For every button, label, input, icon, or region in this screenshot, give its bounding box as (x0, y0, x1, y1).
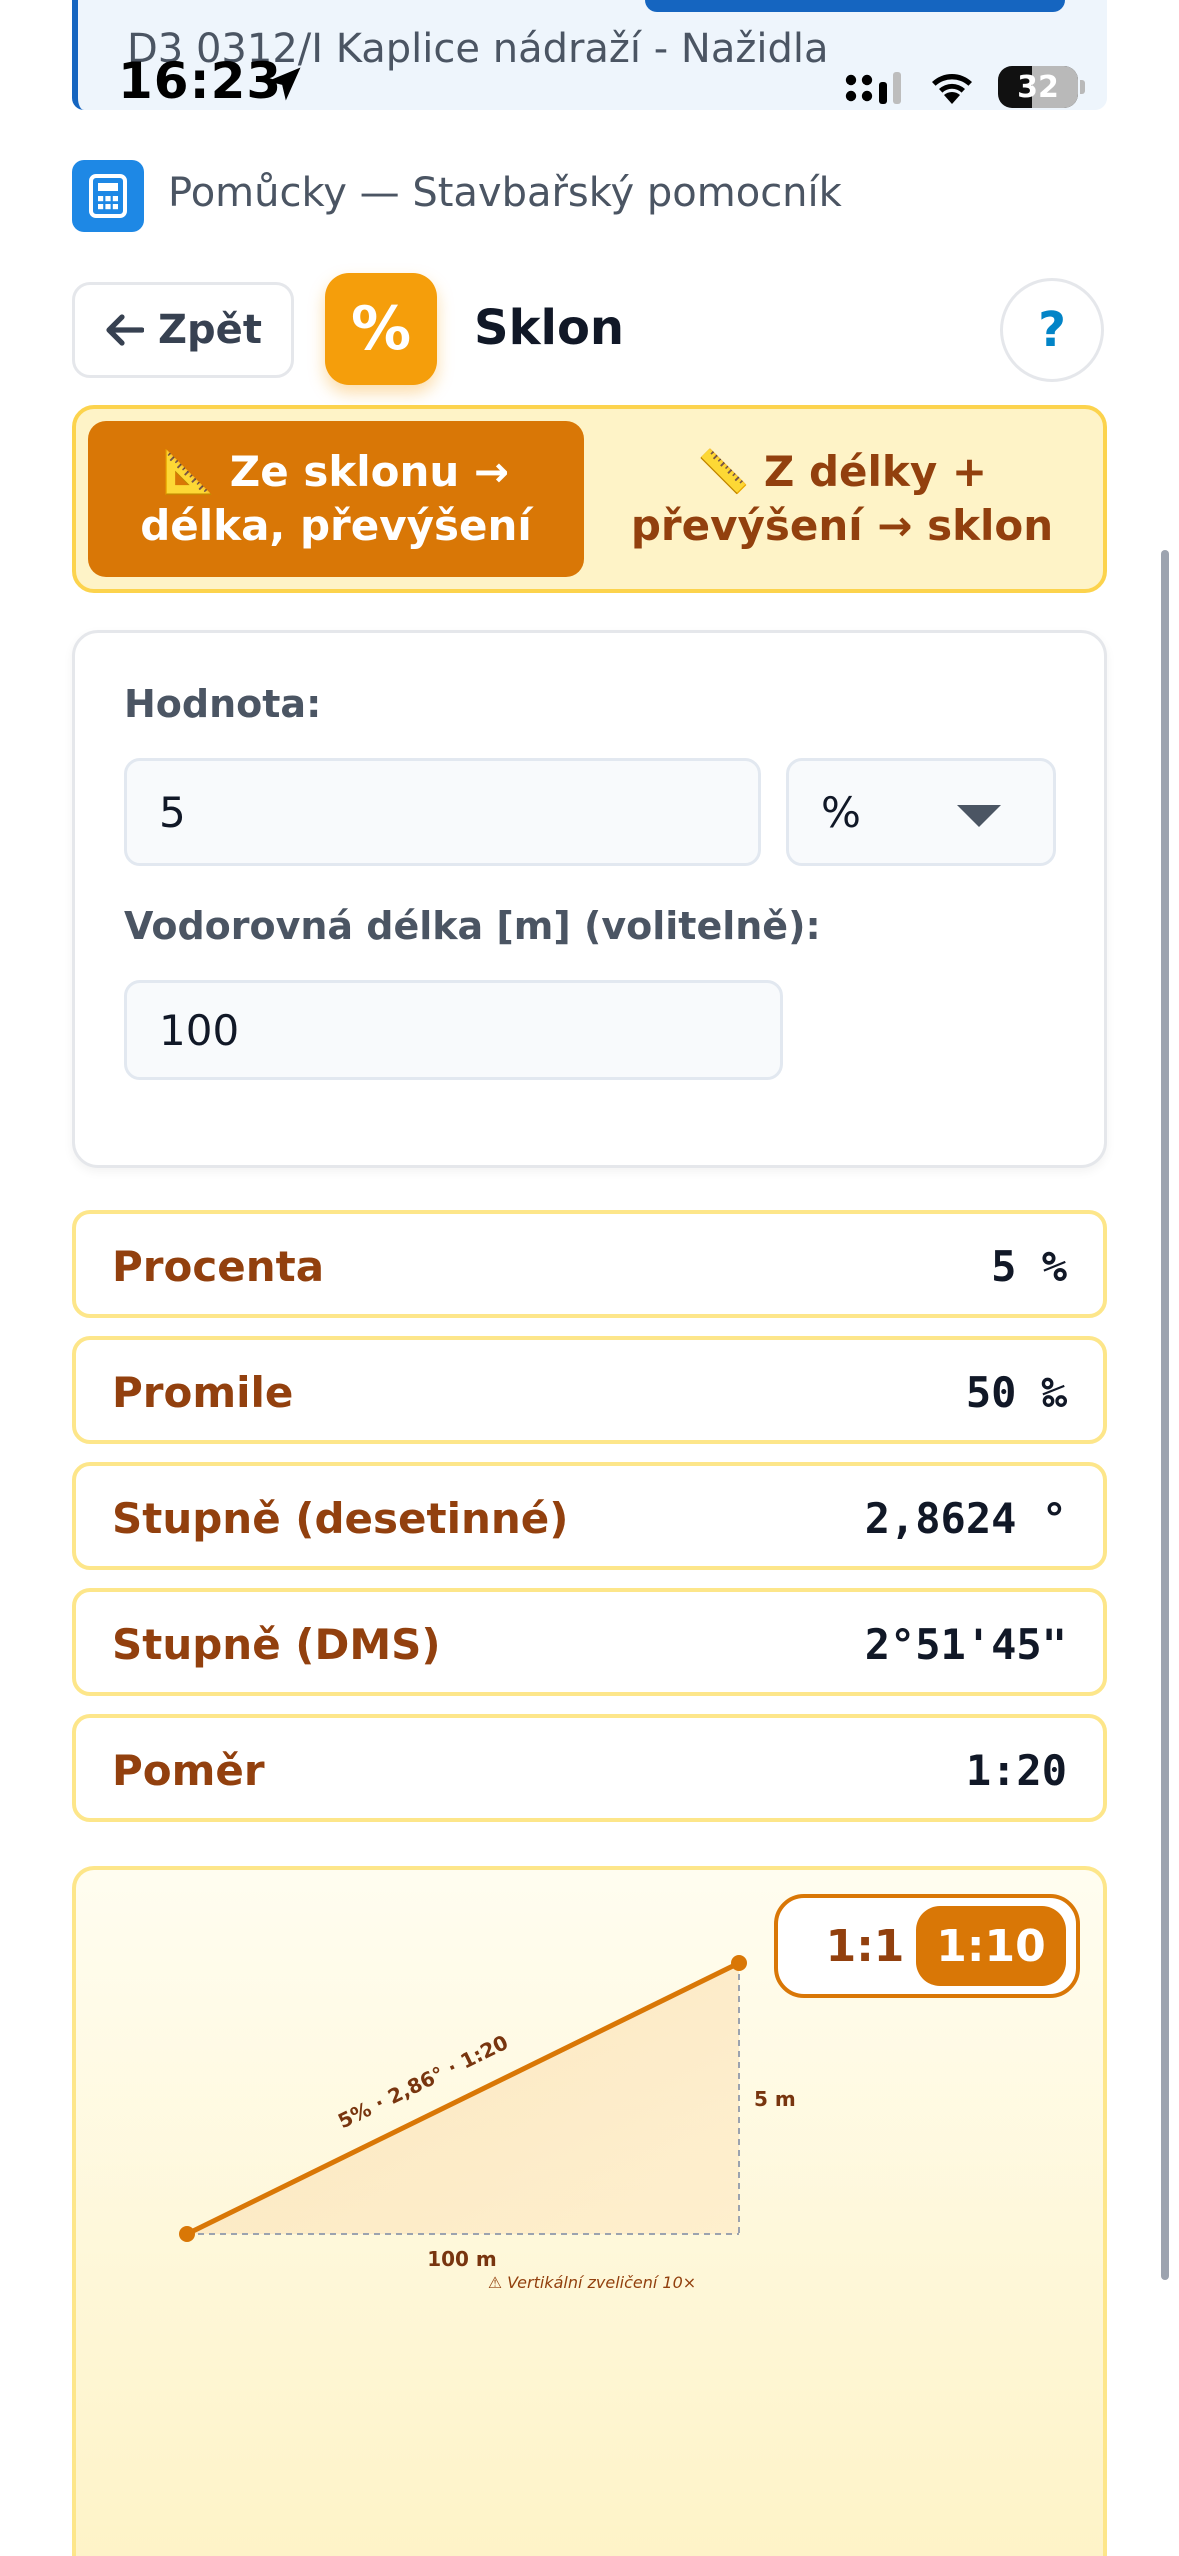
battery-tip (1080, 80, 1085, 94)
chevron-down-icon (957, 805, 1001, 827)
mode-from-length-line2: převýšení → sklon (630, 501, 1054, 550)
back-button[interactable]: Zpět (72, 282, 294, 378)
help-button[interactable]: ? (1000, 278, 1104, 382)
value-label: Hodnota: (124, 682, 322, 726)
start-point (179, 2226, 195, 2242)
result-row-degrees-decimal: Stupně (desetinné) 2,8624 ° (72, 1462, 1107, 1570)
mode-from-slope-line1: 📐 Ze sklonu → (162, 447, 510, 496)
result-label: Stupně (DMS) (112, 1620, 441, 1669)
result-value: 1:20 (965, 1746, 1067, 1795)
length-label: Vodorovná délka [m] (volitelně): (124, 904, 821, 948)
result-row-degrees-dms: Stupně (DMS) 2°51'45" (72, 1588, 1107, 1696)
arrow-left-icon (106, 314, 145, 346)
battery-level: 32 (1017, 70, 1059, 105)
result-value: 2°51'45" (864, 1620, 1067, 1669)
scrollbar[interactable] (1161, 550, 1169, 2280)
wifi-icon (932, 74, 972, 104)
page-title: Sklon (474, 300, 625, 356)
mode-from-length-line1: 📏 Z délky + (696, 447, 988, 496)
length-input[interactable]: 100 (124, 980, 783, 1080)
location-arrow-icon (267, 67, 301, 101)
result-value: 2,8624 ° (864, 1494, 1067, 1543)
unit-select[interactable]: % (786, 758, 1056, 866)
unit-select-value: % (821, 787, 861, 837)
back-button-label: Zpět (158, 307, 262, 353)
cellular-signal-icon (845, 72, 901, 104)
result-row-ratio: Poměr 1:20 (72, 1714, 1107, 1822)
status-time: 16:23 (118, 52, 283, 110)
calculator-icon (72, 160, 144, 232)
length-label: 100 m (427, 2247, 497, 2271)
banner-button[interactable] (645, 0, 1065, 12)
scale-toggle: 1:1 1:10 (774, 1894, 1080, 1998)
height-label: 5 m (754, 2087, 796, 2111)
battery-icon: 32 (998, 66, 1078, 108)
result-row-percent: Procenta 5 % (72, 1210, 1107, 1318)
result-label: Poměr (112, 1746, 265, 1795)
value-input[interactable]: 5 (124, 758, 761, 866)
end-point (731, 1955, 747, 1971)
result-label: Procenta (112, 1242, 325, 1291)
result-value: 50 ‰ (965, 1368, 1067, 1417)
mode-from-length-button[interactable]: 📏 Z délky + převýšení → sklon (592, 421, 1092, 577)
result-label: Stupně (desetinné) (112, 1494, 569, 1543)
result-row-permille: Promile 50 ‰ (72, 1336, 1107, 1444)
exaggeration-note: ⚠ Vertikální zveličení 10× (488, 2273, 696, 2292)
mode-from-slope-button[interactable]: 📐 Ze sklonu → délka, převýšení (88, 421, 584, 577)
breadcrumb[interactable]: Pomůcky — Stavbařský pomocník (168, 170, 842, 216)
mode-from-slope-line2: délka, převýšení (140, 501, 532, 550)
result-label: Promile (112, 1368, 294, 1417)
mode-switch: 📐 Ze sklonu → délka, převýšení 📏 Z délky… (72, 405, 1107, 593)
scale-1-10-button[interactable]: 1:10 (916, 1906, 1066, 1986)
result-value: 5 % (991, 1242, 1067, 1291)
percent-tool-icon: % (325, 273, 437, 385)
